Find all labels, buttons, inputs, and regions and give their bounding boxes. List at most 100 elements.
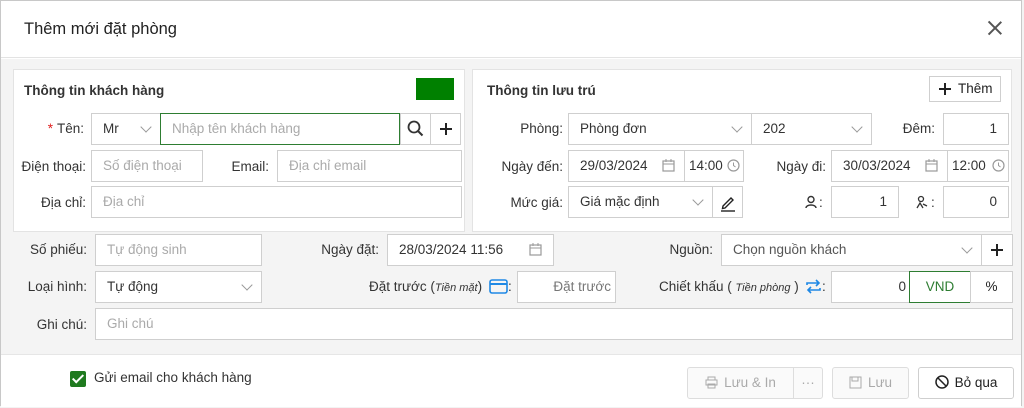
name-label: * Tên: bbox=[44, 121, 84, 136]
plus-icon bbox=[991, 244, 1003, 256]
clock-icon bbox=[992, 159, 1005, 172]
currency-vnd-button[interactable]: VND bbox=[909, 271, 971, 303]
child-icon bbox=[916, 195, 928, 209]
ticket-label: Số phiếu: bbox=[29, 242, 87, 257]
checkout-date-value: 30/03/2024 bbox=[843, 158, 911, 173]
calendar-icon bbox=[529, 243, 542, 256]
checkin-label: Ngày đến: bbox=[501, 159, 563, 174]
swap-icon[interactable] bbox=[805, 279, 822, 294]
clock-icon bbox=[727, 159, 740, 172]
room-type-select[interactable]: Phòng đơn bbox=[568, 113, 752, 145]
deposit-placeholder: Đặt trước bbox=[553, 279, 611, 294]
salutation-value: Mr bbox=[103, 121, 119, 136]
deposit-label: Đặt trước (Tiền mặt) bbox=[369, 279, 483, 294]
discount-input[interactable]: 0 bbox=[831, 271, 911, 303]
card-icon[interactable] bbox=[489, 279, 508, 294]
children-input[interactable]: 0 bbox=[943, 186, 1009, 218]
required-mark: * bbox=[47, 121, 53, 136]
adult-icon bbox=[805, 195, 817, 209]
children-value: 0 bbox=[989, 194, 997, 209]
search-button[interactable] bbox=[400, 113, 431, 145]
plus-icon bbox=[440, 123, 452, 135]
source-select[interactable]: Chọn nguồn khách bbox=[721, 234, 982, 266]
booking-date-label: Ngày đặt: bbox=[321, 242, 379, 257]
nights-value: 1 bbox=[989, 121, 997, 136]
adults-value: 1 bbox=[879, 194, 887, 209]
room-label: Phòng: bbox=[520, 121, 563, 136]
booking-date-input[interactable]: 28/03/2024 11:56 bbox=[387, 234, 554, 266]
add-room-button[interactable]: Thêm bbox=[929, 76, 1001, 102]
email-label: Email: bbox=[231, 159, 269, 174]
note-placeholder: Ghi chú bbox=[107, 316, 154, 331]
more-options-button[interactable]: ··· bbox=[793, 367, 823, 399]
checkin-time-value: 14:00 bbox=[689, 158, 723, 173]
save-print-button[interactable]: Lưu & In bbox=[687, 367, 794, 399]
source-label: Nguồn: bbox=[669, 242, 713, 257]
save-button[interactable]: Lưu bbox=[832, 367, 909, 399]
deposit-colon: : bbox=[508, 279, 512, 294]
name-input[interactable]: Nhập tên khách hàng bbox=[160, 113, 400, 145]
discount-label-text: Chiết khấu bbox=[659, 279, 724, 294]
checkout-date-input[interactable]: 30/03/2024 bbox=[831, 150, 948, 182]
save-print-label: Lưu & In bbox=[724, 375, 776, 390]
deposit-input[interactable]: Đặt trước bbox=[517, 271, 616, 303]
nights-label: Đêm: bbox=[902, 121, 935, 136]
close-icon[interactable] bbox=[987, 20, 1003, 36]
skip-button[interactable]: Bỏ qua bbox=[918, 367, 1014, 399]
address-input[interactable]: Địa chỉ bbox=[91, 186, 462, 218]
booking-dialog: Thêm mới đặt phòng Thông tin khách hàng … bbox=[0, 0, 1022, 407]
checkout-time-input[interactable]: 12:00 bbox=[947, 150, 1009, 182]
deposit-note: Tiền mặt bbox=[434, 282, 478, 294]
ticket-input[interactable]: Tự động sinh bbox=[95, 234, 262, 266]
chevron-down-icon bbox=[692, 194, 704, 206]
customer-section-title: Thông tin khách hàng bbox=[24, 83, 165, 98]
dialog-header: Thêm mới đặt phòng bbox=[1, 1, 1021, 58]
customer-panel: Thông tin khách hàng * Tên: Mr Nhập tên k… bbox=[13, 69, 465, 232]
dialog-footer: Gửi email cho khách hàng Lưu & In ··· Lư… bbox=[1, 354, 1021, 407]
checkin-date-input[interactable]: 29/03/2024 bbox=[568, 150, 685, 182]
address-placeholder: Địa chỉ bbox=[103, 194, 145, 209]
discount-label: Chiết khấu ( Tiền phòng ) bbox=[659, 279, 799, 294]
printer-icon bbox=[705, 376, 718, 389]
name-placeholder: Nhập tên khách hàng bbox=[172, 121, 301, 136]
checkout-time-value: 12:00 bbox=[952, 158, 986, 173]
phone-input[interactable]: Số điện thoại bbox=[91, 150, 203, 182]
email-input[interactable]: Địa chỉ email bbox=[277, 150, 462, 182]
currency-percent-button[interactable]: % bbox=[970, 271, 1013, 303]
checkin-date-value: 29/03/2024 bbox=[580, 158, 648, 173]
note-textarea[interactable]: Ghi chú bbox=[95, 308, 1013, 340]
plus-icon bbox=[939, 83, 951, 95]
send-email-checkbox[interactable] bbox=[70, 371, 86, 387]
add-source-button[interactable] bbox=[981, 234, 1013, 266]
chevron-down-icon bbox=[851, 121, 863, 133]
calendar-icon bbox=[662, 159, 675, 172]
chevron-down-icon bbox=[241, 279, 253, 291]
chevron-down-icon bbox=[140, 121, 152, 133]
discount-colon: : bbox=[822, 279, 826, 294]
skip-label: Bỏ qua bbox=[954, 375, 998, 390]
rate-label: Mức giá: bbox=[510, 195, 563, 210]
phone-label: Điện thoại: bbox=[21, 159, 86, 174]
ticket-placeholder: Tự động sinh bbox=[107, 242, 187, 257]
discount-value: 0 bbox=[898, 279, 906, 294]
save-icon bbox=[849, 376, 862, 389]
add-customer-button[interactable] bbox=[430, 113, 461, 145]
rate-select[interactable]: Giá mặc định bbox=[568, 186, 713, 218]
edit-rate-button[interactable] bbox=[712, 186, 743, 218]
dialog-body: Thông tin khách hàng * Tên: Mr Nhập tên k… bbox=[1, 59, 1021, 354]
type-select[interactable]: Tự động bbox=[95, 271, 262, 303]
salutation-select[interactable]: Mr bbox=[91, 113, 161, 145]
nights-input[interactable]: 1 bbox=[943, 113, 1009, 145]
name-label-text: Tên: bbox=[56, 121, 84, 136]
type-label: Loại hình: bbox=[27, 279, 87, 294]
room-number-select[interactable]: 202 bbox=[751, 113, 872, 145]
address-label: Địa chỉ: bbox=[40, 195, 86, 210]
adults-input[interactable]: 1 bbox=[831, 186, 899, 218]
stay-panel: Thông tin lưu trú Thêm Phòng: Phòng đơn … bbox=[472, 69, 1012, 232]
email-placeholder: Địa chỉ email bbox=[289, 158, 367, 173]
discount-note: Tiền phòng bbox=[735, 282, 791, 294]
checkin-time-input[interactable]: 14:00 bbox=[684, 150, 744, 182]
save-label: Lưu bbox=[867, 375, 893, 390]
color-swatch[interactable] bbox=[416, 78, 454, 100]
stay-section-title: Thông tin lưu trú bbox=[487, 83, 596, 98]
